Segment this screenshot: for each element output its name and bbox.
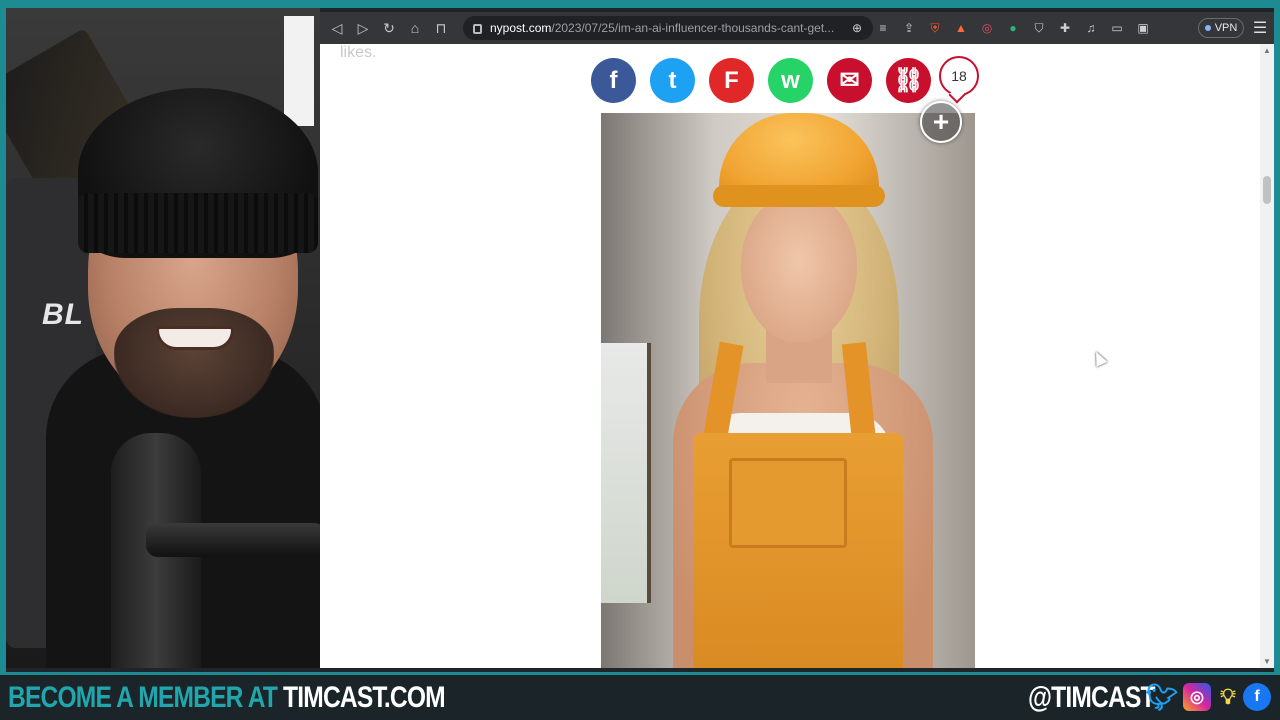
- home-icon[interactable]: ⌂: [402, 15, 428, 41]
- scroll-thumb[interactable]: [1263, 176, 1271, 204]
- article-text-fragment: likes.: [340, 44, 377, 61]
- browser-window: ◁ ▷ ↻ ⌂ ⊓ nypost.com/2023/07/25/im-an-ai…: [320, 12, 1274, 668]
- reader-icon[interactable]: ≡: [871, 16, 895, 40]
- share-icon[interactable]: ⇪: [897, 16, 921, 40]
- scroll-down-icon[interactable]: ▼: [1263, 657, 1271, 666]
- background-object: [284, 16, 314, 126]
- lightbulb-icon: 💡︎: [1220, 684, 1236, 709]
- streamer-mouth: [156, 326, 234, 350]
- reload-icon[interactable]: ↻: [376, 15, 402, 41]
- frame-right: [1274, 0, 1280, 672]
- streamer-beard: [114, 308, 274, 418]
- rewards-icon[interactable]: ▲: [949, 16, 973, 40]
- url-domain: nypost.com: [490, 21, 552, 35]
- membership-prefix: BECOME A MEMBER AT: [8, 681, 284, 714]
- url-path: /2023/07/25/im-an-ai-influencer-thousand…: [551, 21, 835, 35]
- chair-logo-text: BL: [42, 298, 84, 331]
- address-bar[interactable]: nypost.com/2023/07/25/im-an-ai-influence…: [463, 16, 873, 40]
- share-bar: f t Fw ✉ ⛓: [591, 58, 931, 103]
- instagram-icon: ◎: [1183, 683, 1211, 711]
- comments-button[interactable]: 18: [939, 56, 979, 96]
- whatsapp-share-icon[interactable]: w: [768, 58, 813, 103]
- photo-window: [601, 343, 651, 603]
- article-photo: [601, 113, 975, 668]
- zoom-icon[interactable]: ⊕: [845, 16, 869, 40]
- photo-face: [741, 193, 857, 343]
- sidebar-icon[interactable]: ▭: [1105, 16, 1129, 40]
- toolbar-icons: ⊕ ≡ ⇪ ⛨ ▲ ◎ ● ⛉ ✚ ♫ ▭ ▣: [845, 12, 1155, 44]
- twitter-icon: 🐦︎: [1145, 681, 1179, 712]
- puzzle-icon[interactable]: ✚: [1053, 16, 1077, 40]
- microphone-arm: [146, 523, 320, 557]
- media-icon[interactable]: ♫: [1079, 16, 1103, 40]
- hard-hat-brim: [713, 185, 885, 207]
- twitter-share-icon[interactable]: t: [650, 58, 695, 103]
- scroll-up-icon[interactable]: ▲: [1263, 46, 1271, 55]
- mouse-cursor-icon: [1090, 349, 1108, 367]
- flipboard-share-icon[interactable]: F: [709, 58, 754, 103]
- beanie-band: [78, 193, 318, 253]
- bookmark-icon[interactable]: ⊓: [428, 15, 454, 41]
- vpn-status-dot: [1204, 25, 1211, 31]
- page-scrollbar[interactable]: ▲ ▼: [1260, 44, 1274, 668]
- shield-icon[interactable]: ⛉: [1027, 16, 1051, 40]
- webcam-feed: BL: [6, 8, 320, 668]
- back-icon[interactable]: ◁: [324, 15, 350, 41]
- stream-banner: BECOME A MEMBER AT TIMCAST.COM @TIMCAST: [0, 672, 1280, 720]
- link-share-icon[interactable]: ⛓: [886, 58, 931, 103]
- facebook-icon: f: [1243, 683, 1271, 711]
- forward-icon[interactable]: ▷: [350, 15, 376, 41]
- comment-count: 18: [951, 68, 967, 84]
- vpn-label: VPN: [1214, 22, 1238, 34]
- lock-icon: [473, 24, 482, 34]
- frame-top: [0, 0, 1280, 8]
- stream-layout: BL ◁ ▷ ↻ ⌂ ⊓ nypost.com/2023/07/25/im-an…: [0, 0, 1280, 720]
- menu-icon[interactable]: ☰: [1248, 16, 1272, 40]
- membership-callout: BECOME A MEMBER AT TIMCAST.COM: [8, 681, 446, 715]
- vpn-button[interactable]: VPN: [1198, 18, 1244, 38]
- social-handle: @TIMCAST: [1028, 681, 1156, 714]
- article-page: likes. f t Fw ✉ ⛓ 18 +: [320, 44, 1260, 668]
- overall-pocket: [729, 458, 847, 548]
- extension-icon[interactable]: ◎: [975, 16, 999, 40]
- brave-shield-icon[interactable]: ⛨: [923, 16, 947, 40]
- extension-icon[interactable]: ●: [1001, 16, 1025, 40]
- email-share-icon[interactable]: ✉: [827, 58, 872, 103]
- facebook-share-icon[interactable]: f: [591, 58, 636, 103]
- expand-photo-button[interactable]: +: [920, 101, 962, 143]
- wallet-icon[interactable]: ▣: [1131, 16, 1155, 40]
- membership-site: TIMCAST.COM: [283, 681, 446, 714]
